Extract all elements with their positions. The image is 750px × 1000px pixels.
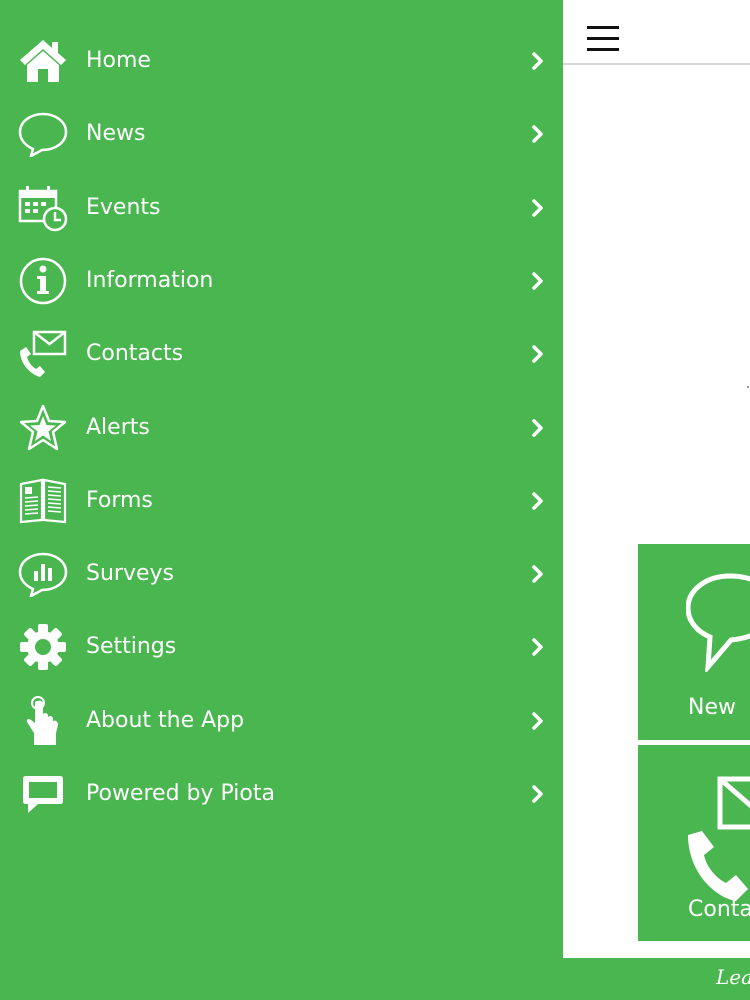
menu-item-news[interactable]: News <box>0 97 563 170</box>
info-icon <box>18 256 68 306</box>
piota-bubble-icon <box>18 769 68 819</box>
menu-item-label: Contacts <box>86 341 184 366</box>
bottom-text: Lea <box>716 965 750 989</box>
main-content-panel: New Conta <box>563 0 750 958</box>
menu-item-label: Events <box>86 195 161 220</box>
calendar-clock-icon <box>18 183 68 233</box>
chevron-right-icon <box>532 637 543 656</box>
survey-chart-bubble-icon <box>18 549 68 599</box>
tile-label: Conta <box>688 897 750 922</box>
chevron-right-icon <box>532 198 543 217</box>
menu-item-settings[interactable]: Settings <box>0 610 563 683</box>
menu-item-label: Surveys <box>86 561 174 586</box>
menu-item-label: Information <box>86 268 214 293</box>
top-bar <box>563 0 750 65</box>
chevron-right-icon <box>532 51 543 70</box>
menu-item-label: About the App <box>86 708 245 733</box>
gear-icon <box>18 622 68 672</box>
speech-bubble-icon <box>686 573 750 672</box>
hamburger-menu-icon[interactable] <box>587 26 619 52</box>
forms-icon <box>18 476 68 526</box>
menu-item-label: Alerts <box>86 415 150 440</box>
touch-hand-icon <box>18 695 68 746</box>
menu-item-label: Settings <box>86 634 177 659</box>
side-drawer: Home News Events Information Contacts Al… <box>0 0 563 1000</box>
menu-item-home[interactable]: Home <box>0 24 563 97</box>
phone-mail-icon <box>18 329 68 379</box>
star-icon <box>18 403 68 453</box>
menu-item-contacts[interactable]: Contacts <box>0 317 563 390</box>
menu-item-forms[interactable]: Forms <box>0 464 563 537</box>
menu-item-alerts[interactable]: Alerts <box>0 391 563 464</box>
menu-item-label: Forms <box>86 488 153 513</box>
speech-bubble-icon <box>18 109 68 159</box>
chevron-right-icon <box>532 344 543 363</box>
menu-item-events[interactable]: Events <box>0 171 563 244</box>
loading-dot <box>747 386 749 388</box>
chevron-right-icon <box>532 564 543 583</box>
menu-item-label: News <box>86 121 146 146</box>
phone-mail-icon <box>688 776 750 901</box>
menu-item-label: Home <box>86 48 151 73</box>
chevron-right-icon <box>532 784 543 803</box>
tile-news[interactable]: New <box>638 544 750 740</box>
menu-item-powered-by[interactable]: Powered by Piota <box>0 757 563 830</box>
menu-item-about[interactable]: About the App <box>0 684 563 757</box>
chevron-right-icon <box>532 418 543 437</box>
menu-item-surveys[interactable]: Surveys <box>0 537 563 610</box>
chevron-right-icon <box>532 271 543 290</box>
chevron-right-icon <box>532 491 543 510</box>
chevron-right-icon <box>532 124 543 143</box>
tile-label: New <box>688 695 736 720</box>
menu-item-information[interactable]: Information <box>0 244 563 317</box>
tile-contacts[interactable]: Conta <box>638 745 750 941</box>
chevron-right-icon <box>532 711 543 730</box>
home-icon <box>18 36 68 86</box>
menu-item-label: Powered by Piota <box>86 781 275 806</box>
